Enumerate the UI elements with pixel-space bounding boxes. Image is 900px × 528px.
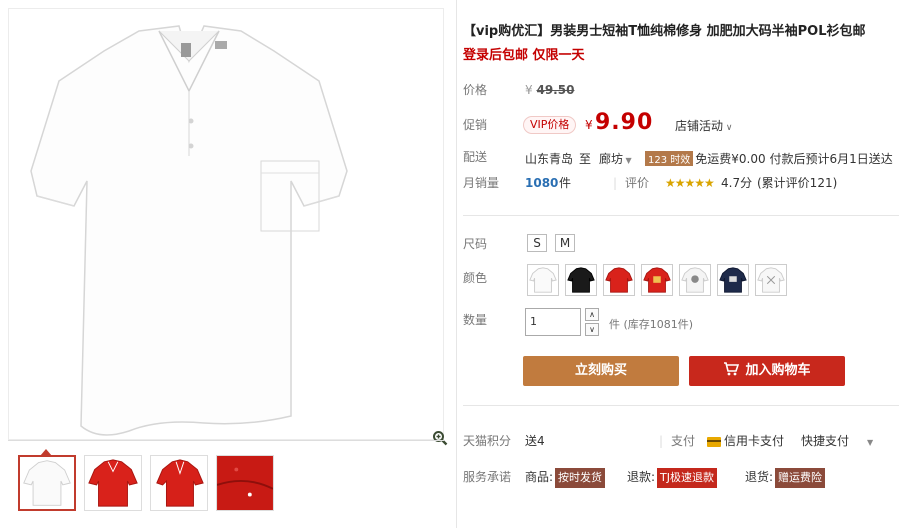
add-to-cart-label: 加入购物车	[745, 363, 811, 378]
product-title: 【vip购优汇】男装男士短袖T恤纯棉修身 加肥加大码半袖POL衫包邮	[463, 24, 866, 39]
shipping-label: 配送	[463, 150, 488, 164]
color-swatch-black[interactable]	[565, 264, 597, 296]
quantity-increment-button[interactable]: ∧	[585, 308, 599, 321]
thumbnail-white-polo[interactable]	[18, 455, 76, 511]
size-option-m[interactable]: M	[555, 234, 575, 252]
main-image-panel	[8, 8, 448, 446]
credit-card-payment: 信用卡支付	[707, 431, 784, 451]
ship-to-word: 至	[579, 152, 592, 166]
price-label: 价格	[463, 83, 488, 97]
service-return: 退货: 赠运费险	[745, 467, 826, 488]
shipping-eta: 付款后预计6月1日送达	[769, 152, 893, 166]
quantity-unit: 件	[609, 318, 620, 331]
stock-info: 件 (库存1081件)	[609, 316, 693, 332]
sales-divider: |	[613, 176, 618, 190]
product-subtitle: 登录后包邮 仅限一天	[463, 48, 585, 63]
shop-activity-dropdown[interactable]: 店铺活动 ∨	[675, 117, 732, 134]
fast-refund-badge: TJ极速退款	[657, 468, 718, 488]
sales-count: 1080	[525, 176, 559, 190]
service-goods: 商品: 按时发货	[525, 467, 606, 488]
review-count-link[interactable]: (累计评价121)	[757, 173, 837, 193]
original-price: ¥ 49.50	[525, 83, 574, 97]
credit-card-icon	[707, 436, 721, 447]
sales-row: 月销量 1080 件 | 评价 ★★★★★ 4.7分 (累计评价121)	[463, 173, 899, 193]
service-row: 服务承诺 商品: 按时发货 退款: TJ极速退款 退货: 赠运费险	[463, 467, 899, 488]
ship-from: 山东青岛	[525, 152, 574, 166]
service-goods-label: 商品:	[525, 470, 554, 484]
product-detail-panel: 【vip购优汇】男装男士短袖T恤纯棉修身 加肥加大码半袖POL衫包邮 登录后包邮…	[456, 0, 900, 528]
vip-price-badge: VIP价格	[523, 116, 577, 134]
thumbnail-red-polo-front[interactable]	[84, 455, 142, 511]
rating-score: 4.7分	[721, 176, 753, 190]
product-page: 【vip购优汇】男装男士短袖T恤纯棉修身 加肥加大码半袖POL衫包邮 登录后包邮…	[0, 0, 900, 528]
add-to-cart-button[interactable]: 加入购物车	[689, 356, 845, 386]
points-divider: |	[659, 434, 664, 448]
service-label: 服务承诺	[463, 470, 512, 484]
points-label: 天猫积分	[463, 434, 512, 448]
color-swatch-white[interactable]	[527, 264, 559, 296]
rating-stars: ★★★★★	[665, 176, 715, 190]
buy-now-button[interactable]: 立刻购买	[523, 356, 679, 386]
chevron-down-icon: ∨	[723, 123, 733, 133]
sales-unit: 件	[559, 176, 572, 190]
cart-icon	[723, 358, 740, 388]
on-time-delivery-badge: 按时发货	[555, 468, 606, 488]
service-refund-label: 退款:	[627, 470, 656, 484]
color-swatch-red-print[interactable]	[641, 264, 673, 296]
sales-label: 月销量	[463, 176, 500, 190]
shop-activity-label: 店铺活动	[675, 119, 724, 133]
color-swatch-white-print[interactable]	[679, 264, 711, 296]
size-label: 尺码	[463, 237, 488, 251]
original-price-currency: ¥	[525, 83, 533, 97]
ship-destination-dropdown[interactable]: 廊坊 ▼	[599, 150, 632, 167]
color-swatch-navy-print[interactable]	[717, 264, 749, 296]
white-polo-main-image	[30, 25, 348, 436]
shipping-info: 123 时效 免运费¥0.00 付款后预计6月1日送达	[645, 150, 893, 167]
section-divider	[463, 215, 899, 216]
points-value: 送4	[525, 434, 545, 448]
quantity-label: 数量	[463, 313, 488, 327]
thumbnail-red-polo-detail[interactable]	[216, 455, 274, 511]
color-swatch-red[interactable]	[603, 264, 635, 296]
promo-currency: ¥	[585, 118, 593, 132]
credit-card-label: 信用卡支付	[724, 434, 785, 448]
payment-label: 支付	[671, 434, 696, 448]
caret-down-icon: ▼	[867, 438, 874, 447]
promo-price: 9.90	[595, 110, 654, 135]
caret-down-icon: ▼	[623, 156, 632, 165]
rating-label: 评价	[625, 176, 650, 190]
service-refund: 退款: TJ极速退款	[627, 467, 718, 488]
promo-label: 促销	[463, 118, 488, 132]
ship-destination: 廊坊	[599, 152, 624, 166]
quantity-decrement-button[interactable]: ∨	[585, 323, 599, 336]
original-price-value: 49.50	[536, 83, 575, 97]
thumbnail-red-polo-side[interactable]	[150, 455, 208, 511]
quick-pay-label: 快捷支付	[801, 434, 850, 448]
size-option-s[interactable]: S	[527, 234, 547, 252]
thumbnail-strip	[8, 440, 444, 528]
quick-pay-dropdown[interactable]: 快捷支付 ▼	[801, 431, 873, 453]
shipping-fee: 免运费¥0.00	[695, 152, 766, 166]
points-row: 天猫积分 送4 | 支付 信用卡支付 快捷支付 ▼	[463, 431, 899, 451]
section-divider-2	[463, 405, 899, 406]
shipping-insurance-badge: 赠运费险	[775, 468, 826, 488]
color-swatch-white-graphic[interactable]	[755, 264, 787, 296]
stock-count: (库存1081件)	[623, 318, 694, 331]
delivery-time-badge: 123 时效	[645, 151, 694, 166]
color-label: 颜色	[463, 271, 488, 285]
service-return-label: 退货:	[745, 470, 774, 484]
quantity-input[interactable]: 1	[525, 308, 581, 336]
